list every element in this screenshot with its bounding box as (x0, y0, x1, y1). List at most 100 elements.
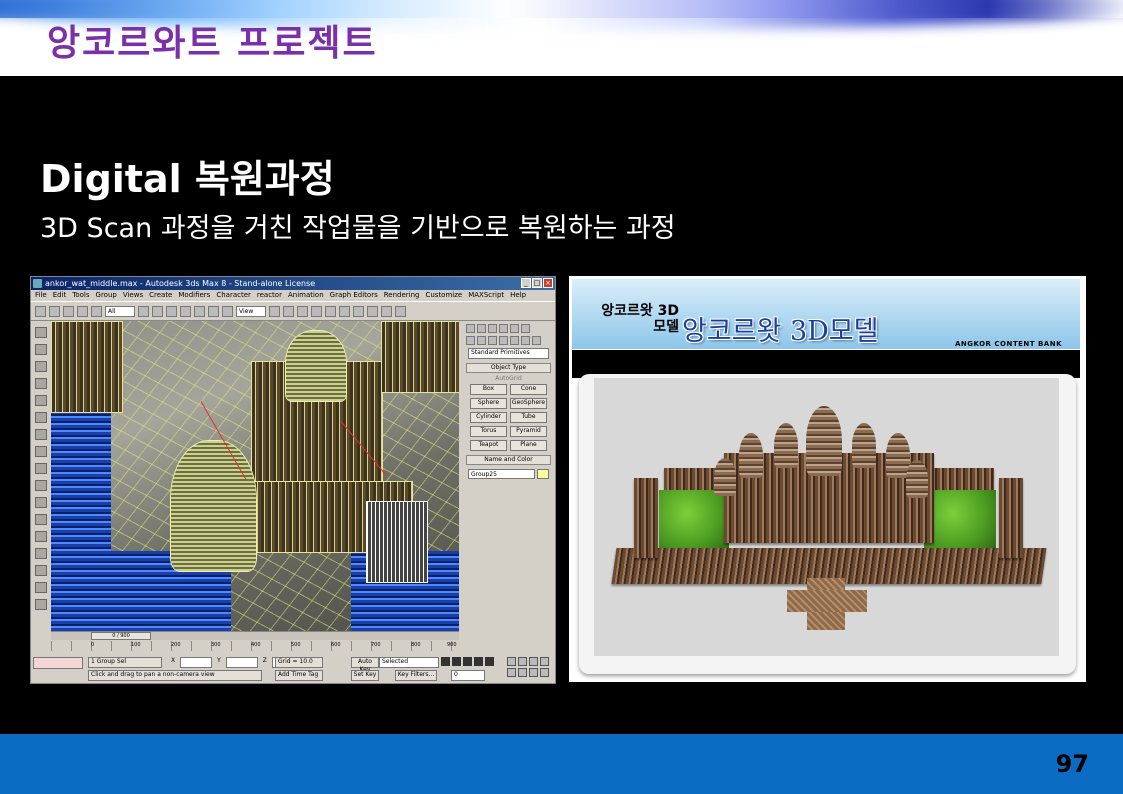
key-mode-dropdown[interactable]: Selected (379, 657, 439, 668)
tool-icon[interactable] (35, 446, 47, 457)
next-frame-icon[interactable] (474, 657, 483, 666)
modify-tab-icon[interactable] (477, 324, 486, 333)
tool-icon[interactable] (35, 548, 47, 559)
select-object-icon[interactable] (138, 305, 149, 317)
window-crossing-icon[interactable] (180, 305, 191, 317)
field-of-view-icon[interactable] (507, 668, 516, 677)
tool-icon[interactable] (35, 514, 47, 525)
utilities-tab-icon[interactable] (521, 324, 530, 333)
tool-icon[interactable] (35, 378, 47, 389)
systems-icon[interactable] (532, 336, 541, 345)
snap-toggle-icon[interactable] (297, 305, 308, 317)
tool-icon[interactable] (35, 599, 47, 610)
torus-button[interactable]: Torus (470, 426, 507, 437)
region-select-icon[interactable] (166, 305, 177, 317)
sphere-button[interactable]: Sphere (470, 398, 507, 409)
zoom-extents-all-icon[interactable] (540, 657, 549, 666)
unlink-icon[interactable] (77, 305, 88, 317)
play-icon[interactable] (463, 657, 472, 666)
pyramid-button[interactable]: Pyramid (510, 426, 547, 437)
spacewarps-icon[interactable] (521, 336, 530, 345)
shapes-icon[interactable] (477, 336, 486, 345)
menu-modifiers[interactable]: Modifiers (178, 290, 210, 301)
pan-icon[interactable] (518, 668, 527, 677)
object-name-field[interactable]: Group25 (468, 469, 535, 479)
tube-button[interactable]: Tube (510, 412, 547, 423)
menu-customize[interactable]: Customize (425, 290, 462, 301)
tool-icon[interactable] (35, 463, 47, 474)
selection-filter-dropdown[interactable]: All (105, 305, 135, 317)
scale-icon[interactable] (222, 305, 233, 317)
zoom-extents-icon[interactable] (529, 657, 538, 666)
go-to-end-icon[interactable] (485, 657, 494, 666)
tool-icon[interactable] (35, 480, 47, 491)
minimize-icon[interactable]: _ (521, 278, 531, 288)
maximize-icon[interactable]: □ (532, 278, 542, 288)
geosphere-button[interactable]: GeoSphere (510, 398, 547, 409)
y-coord-field[interactable] (225, 657, 258, 668)
hierarchy-tab-icon[interactable] (488, 324, 497, 333)
zoom-all-icon[interactable] (518, 657, 527, 666)
menu-character[interactable]: Character (216, 290, 251, 301)
key-filters-button[interactable]: Key Filters... (395, 670, 437, 681)
time-slider[interactable]: 0 / 900 (91, 632, 151, 640)
tool-icon[interactable] (35, 395, 47, 406)
go-to-start-icon[interactable] (441, 657, 450, 666)
menu-views[interactable]: Views (123, 290, 143, 301)
tool-icon[interactable] (35, 344, 47, 355)
name-color-rollout[interactable]: Name and Color (466, 455, 551, 465)
object-type-rollout[interactable]: Object Type (466, 363, 551, 373)
undo-icon[interactable] (35, 305, 46, 317)
reference-coord-dropdown[interactable]: View (236, 305, 266, 317)
menu-animation[interactable]: Animation (288, 290, 324, 301)
select-manipulate-icon[interactable] (283, 305, 294, 317)
teapot-button[interactable]: Teapot (470, 440, 507, 451)
select-by-name-icon[interactable] (152, 305, 163, 317)
primitive-type-dropdown[interactable]: Standard Primitives (468, 348, 549, 359)
tool-icon[interactable] (35, 582, 47, 593)
menu-edit[interactable]: Edit (53, 290, 67, 301)
menu-tools[interactable]: Tools (72, 290, 89, 301)
menu-reactor[interactable]: reactor (257, 290, 282, 301)
box-button[interactable]: Box (470, 384, 507, 395)
tool-icon[interactable] (35, 565, 47, 576)
percent-snap-icon[interactable] (325, 305, 336, 317)
track-bar[interactable]: 0 100 200 300 400 500 600 700 800 900 (51, 641, 459, 651)
plane-button[interactable]: Plane (510, 440, 547, 451)
cylinder-button[interactable]: Cylinder (470, 412, 507, 423)
helpers-icon[interactable] (510, 336, 519, 345)
tool-icon[interactable] (35, 361, 47, 372)
time-slider-track[interactable]: 0 / 900 (51, 631, 459, 640)
object-color-swatch[interactable] (537, 469, 549, 479)
create-tab-icon[interactable] (466, 324, 475, 333)
render-icon[interactable] (395, 305, 406, 317)
lights-icon[interactable] (488, 336, 497, 345)
mirror-icon[interactable] (367, 305, 378, 317)
align-icon[interactable] (381, 305, 392, 317)
menu-help[interactable]: Help (510, 290, 526, 301)
autogrid-checkbox[interactable]: AutoGrid (462, 375, 555, 382)
menu-group[interactable]: Group (96, 290, 117, 301)
add-time-tag-button[interactable]: Add Time Tag (275, 670, 323, 681)
geometry-icon[interactable] (466, 336, 475, 345)
cone-button[interactable]: Cone (510, 384, 547, 395)
tool-icon[interactable] (35, 412, 47, 423)
display-tab-icon[interactable] (510, 324, 519, 333)
max-viewport[interactable] (51, 321, 459, 631)
spinner-snap-icon[interactable] (339, 305, 350, 317)
menu-graph-editors[interactable]: Graph Editors (330, 290, 378, 301)
current-frame-field[interactable]: 0 (451, 670, 485, 681)
move-icon[interactable] (194, 305, 205, 317)
tool-icon[interactable] (35, 327, 47, 338)
menu-file[interactable]: File (35, 290, 47, 301)
menu-create[interactable]: Create (149, 290, 172, 301)
close-icon[interactable]: × (543, 278, 553, 288)
motion-tab-icon[interactable] (499, 324, 508, 333)
tool-icon[interactable] (35, 497, 47, 508)
angle-snap-icon[interactable] (311, 305, 322, 317)
zoom-icon[interactable] (507, 657, 516, 666)
maximize-viewport-icon[interactable] (540, 668, 549, 677)
menu-rendering[interactable]: Rendering (384, 290, 420, 301)
maxscript-listener[interactable] (33, 657, 83, 669)
x-coord-field[interactable] (180, 657, 213, 668)
